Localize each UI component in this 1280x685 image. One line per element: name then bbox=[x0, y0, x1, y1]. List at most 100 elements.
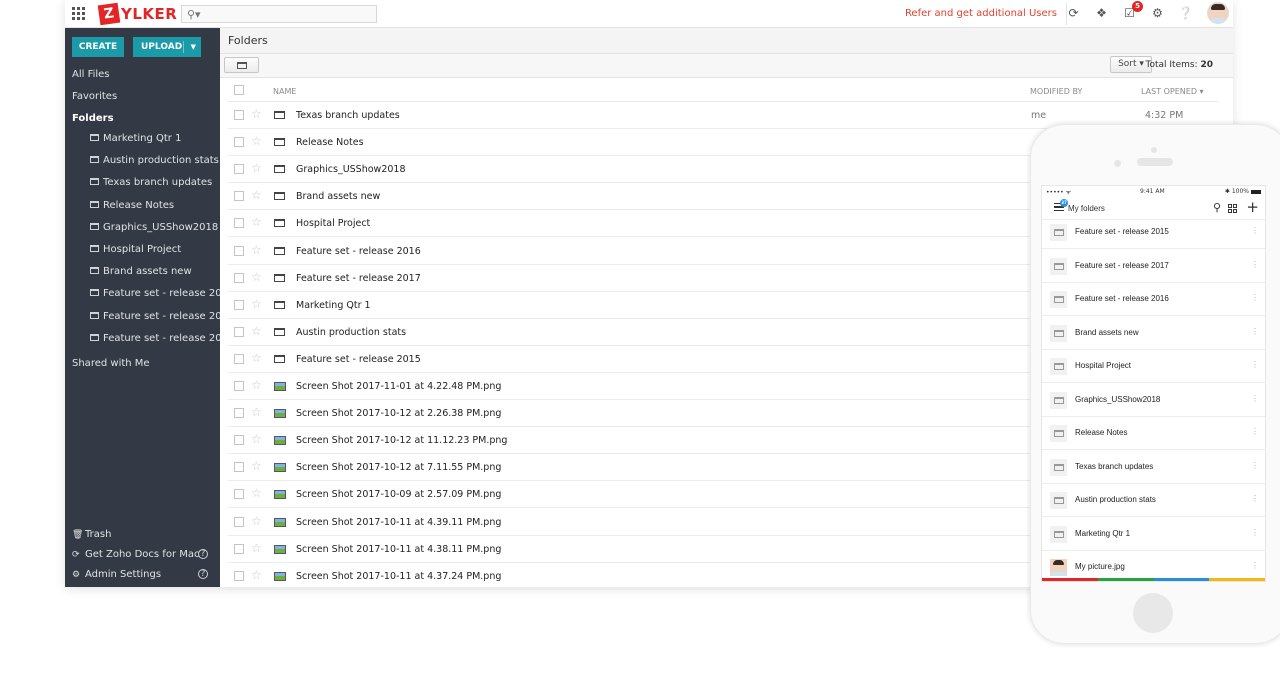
chevron-down-icon[interactable]: ▼ bbox=[191, 37, 196, 57]
more-options-icon[interactable]: ⋮ bbox=[1251, 561, 1259, 570]
more-options-icon[interactable]: ⋮ bbox=[1251, 528, 1259, 537]
phone-list-item[interactable]: Feature set - release 2015 ⋮ bbox=[1042, 216, 1265, 249]
star-icon[interactable]: ☆ bbox=[251, 351, 262, 365]
create-button[interactable]: CREATE bbox=[72, 37, 124, 57]
phone-list-item[interactable]: Marketing Qtr 1 ⋮ bbox=[1042, 518, 1265, 551]
file-name[interactable]: Austin production stats bbox=[296, 327, 406, 338]
help-icon[interactable]: ? bbox=[198, 549, 208, 559]
search-icon[interactable]: ⚲ bbox=[1213, 201, 1221, 214]
file-name[interactable]: Brand assets new bbox=[296, 191, 380, 202]
sidebar-folder-item[interactable]: Marketing Qtr 1 bbox=[90, 133, 181, 144]
phone-list-item[interactable]: Texas branch updates ⋮ bbox=[1042, 451, 1265, 484]
star-icon[interactable]: ☆ bbox=[251, 188, 262, 202]
file-name[interactable]: Marketing Qtr 1 bbox=[296, 300, 371, 311]
file-name[interactable]: Screen Shot 2017-10-12 at 2.26.38 PM.png bbox=[296, 408, 501, 419]
sidebar-folder-item[interactable]: Hospital Project bbox=[90, 244, 181, 255]
sidebar-folder-item[interactable]: Release Notes bbox=[90, 200, 174, 211]
sidebar-folder-item[interactable]: Texas branch updates bbox=[90, 177, 212, 188]
row-checkbox[interactable] bbox=[234, 110, 244, 120]
sidebar-folder-item[interactable]: Austin production stats bbox=[90, 155, 219, 166]
file-name[interactable]: Hospital Project bbox=[296, 218, 370, 229]
row-checkbox[interactable] bbox=[234, 353, 244, 364]
upload-button[interactable]: UPLOAD ▼ bbox=[133, 37, 201, 57]
zylker-logo[interactable]: Z YLKER bbox=[97, 2, 177, 26]
more-options-icon[interactable]: ⋮ bbox=[1251, 293, 1259, 302]
sidebar-item-shared[interactable]: Shared with Me bbox=[72, 358, 150, 369]
sidebar-folder-item[interactable]: Graphics_USShow2018 bbox=[90, 222, 218, 233]
sidebar-item-all-files[interactable]: All Files bbox=[72, 69, 110, 80]
star-icon[interactable]: ☆ bbox=[251, 297, 262, 311]
file-name[interactable]: Feature set - release 2015 bbox=[296, 354, 421, 365]
star-icon[interactable]: ☆ bbox=[251, 378, 262, 392]
phone-list-item[interactable]: Hospital Project ⋮ bbox=[1042, 350, 1265, 383]
more-options-icon[interactable]: ⋮ bbox=[1251, 394, 1259, 403]
file-name[interactable]: Texas branch updates bbox=[296, 110, 400, 121]
more-options-icon[interactable]: ⋮ bbox=[1251, 226, 1259, 235]
new-folder-button[interactable] bbox=[224, 57, 259, 73]
phone-list-item[interactable]: Graphics_USShow2018 ⋮ bbox=[1042, 384, 1265, 417]
select-all-checkbox[interactable] bbox=[234, 85, 244, 95]
gear-icon[interactable]: ⚙ bbox=[1150, 6, 1165, 21]
sidebar-item-trash[interactable]: 🗑 Trash bbox=[72, 529, 111, 540]
more-options-icon[interactable]: ⋮ bbox=[1251, 327, 1259, 336]
row-checkbox[interactable] bbox=[234, 462, 244, 473]
phone-list-item[interactable]: Feature set - release 2017 ⋮ bbox=[1042, 250, 1265, 283]
star-icon[interactable]: ☆ bbox=[251, 514, 262, 528]
file-name[interactable]: Screen Shot 2017-10-11 at 4.39.11 PM.png bbox=[296, 517, 501, 528]
star-icon[interactable]: ☆ bbox=[251, 459, 262, 473]
phone-list-item[interactable]: Feature set - release 2016 ⋮ bbox=[1042, 283, 1265, 316]
more-options-icon[interactable]: ⋮ bbox=[1251, 494, 1259, 503]
star-icon[interactable]: ☆ bbox=[251, 134, 262, 148]
row-checkbox[interactable] bbox=[234, 408, 244, 419]
sidebar-folder-item[interactable]: Feature set - release 2017 bbox=[90, 311, 234, 322]
star-icon[interactable]: ☆ bbox=[251, 243, 262, 257]
refer-users-link[interactable]: Refer and get additional Users bbox=[905, 8, 1057, 19]
row-checkbox[interactable] bbox=[234, 218, 244, 229]
file-name[interactable]: Screen Shot 2017-10-12 at 7.11.55 PM.png bbox=[296, 462, 501, 473]
apps-grid-icon[interactable] bbox=[72, 7, 85, 20]
file-name[interactable]: Screen Shot 2017-11-01 at 4.22.48 PM.png bbox=[296, 381, 501, 392]
dropbox-icon[interactable]: ❖ bbox=[1094, 6, 1109, 21]
row-checkbox[interactable] bbox=[234, 245, 244, 256]
row-checkbox[interactable] bbox=[234, 272, 244, 283]
row-checkbox[interactable] bbox=[234, 570, 244, 581]
star-icon[interactable]: ☆ bbox=[251, 270, 262, 284]
sidebar-item-favorites[interactable]: Favorites bbox=[72, 91, 117, 102]
sync-icon[interactable]: ⟳ bbox=[1066, 6, 1081, 21]
star-icon[interactable]: ☆ bbox=[251, 107, 262, 121]
add-icon[interactable]: + bbox=[1246, 198, 1259, 216]
row-checkbox[interactable] bbox=[234, 543, 244, 554]
column-modified-by[interactable]: MODIFIED BY bbox=[1030, 87, 1082, 96]
sidebar-folder-item[interactable]: Feature set - release 2016 bbox=[90, 288, 234, 299]
star-icon[interactable]: ☆ bbox=[251, 541, 262, 555]
phone-list-item[interactable]: Release Notes ⋮ bbox=[1042, 417, 1265, 450]
sidebar-item-folders[interactable]: Folders bbox=[72, 113, 114, 124]
more-options-icon[interactable]: ⋮ bbox=[1251, 260, 1259, 269]
file-name[interactable]: Screen Shot 2017-10-09 at 2.57.09 PM.png bbox=[296, 489, 501, 500]
file-name[interactable]: Screen Shot 2017-10-12 at 11.12.23 PM.pn… bbox=[296, 435, 507, 446]
file-name[interactable]: Feature set - release 2016 bbox=[296, 246, 421, 257]
phone-list-item[interactable]: Austin production stats ⋮ bbox=[1042, 484, 1265, 517]
admin-settings-link[interactable]: ⚙ Admin Settings bbox=[72, 569, 161, 580]
sidebar-folder-item[interactable]: Brand assets new bbox=[90, 266, 192, 277]
sidebar-folder-item[interactable]: Feature set - release 2015 bbox=[90, 333, 234, 344]
file-name[interactable]: Screen Shot 2017-10-11 at 4.38.11 PM.png bbox=[296, 544, 501, 555]
row-checkbox[interactable] bbox=[234, 164, 244, 175]
star-icon[interactable]: ☆ bbox=[251, 324, 262, 338]
file-name[interactable]: Screen Shot 2017-10-11 at 4.37.24 PM.png bbox=[296, 571, 501, 582]
search-input[interactable]: ⚲▾ bbox=[181, 5, 377, 23]
help-icon[interactable]: ? bbox=[198, 569, 208, 579]
phone-list-item[interactable]: Brand assets new ⋮ bbox=[1042, 317, 1265, 350]
more-options-icon[interactable]: ⋮ bbox=[1251, 461, 1259, 470]
file-name[interactable]: Release Notes bbox=[296, 137, 364, 148]
star-icon[interactable]: ☆ bbox=[251, 568, 262, 582]
row-checkbox[interactable] bbox=[234, 516, 244, 527]
row-checkbox[interactable] bbox=[234, 435, 244, 446]
column-name[interactable]: NAME bbox=[273, 87, 296, 96]
tasks-icon[interactable]: ☑ 5 bbox=[1122, 1, 1143, 21]
row-checkbox[interactable] bbox=[234, 381, 244, 391]
help-icon[interactable]: ❔ bbox=[1178, 6, 1193, 21]
file-name[interactable]: Feature set - release 2017 bbox=[296, 273, 421, 284]
star-icon[interactable]: ☆ bbox=[251, 432, 262, 446]
row-checkbox[interactable] bbox=[234, 299, 244, 310]
